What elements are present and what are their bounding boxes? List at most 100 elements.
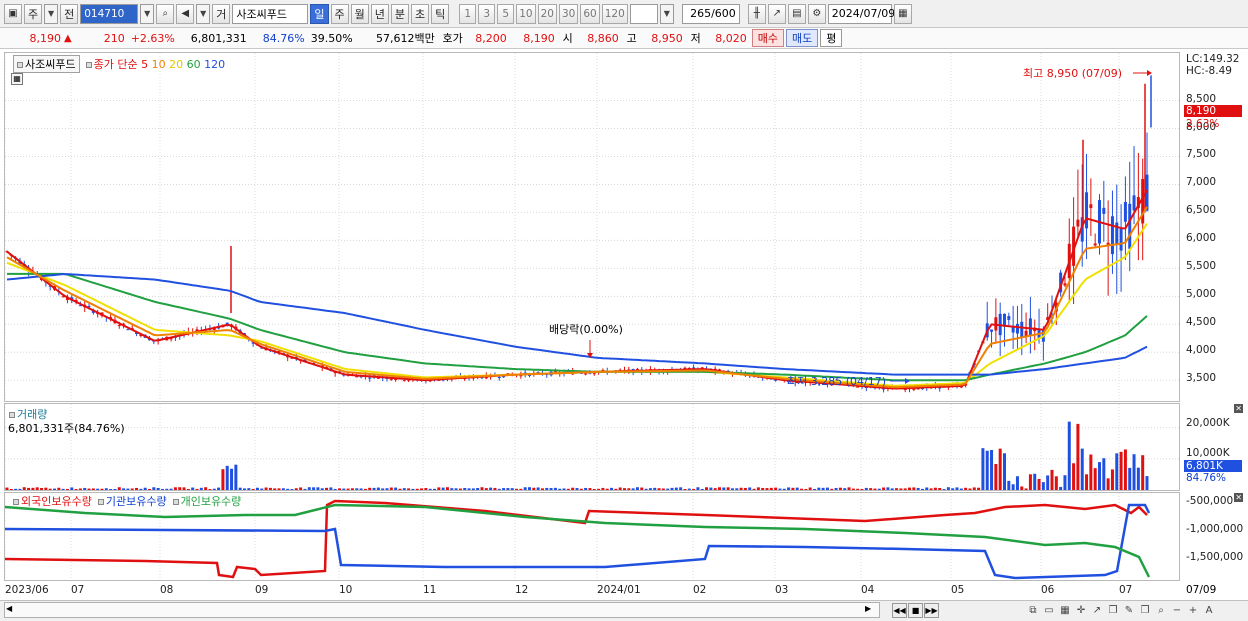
first-icon[interactable]: ◀◀	[892, 603, 907, 618]
volume-bar	[1089, 454, 1093, 490]
buy-button[interactable]: 매수	[751, 29, 784, 47]
interval-30-button[interactable]: 30	[559, 3, 579, 24]
text-tool-icon[interactable]: A	[1202, 603, 1216, 617]
window-icon[interactable]: ▭	[1042, 603, 1056, 617]
ma-legend[interactable]: 종가 단순 5 10 20 60 120	[85, 56, 225, 72]
copy-icon[interactable]: ❐	[1106, 603, 1120, 617]
interval-20-button[interactable]: 20	[537, 3, 557, 24]
x-tick-label: 07	[1119, 584, 1133, 596]
interval-dropdown-icon[interactable]: ▼	[659, 3, 674, 24]
code-dropdown-icon[interactable]: ▼	[140, 3, 155, 24]
date-input[interactable]: 2024/07/09	[827, 3, 895, 24]
count-field[interactable]: 265/600	[681, 3, 740, 24]
institution-legend[interactable]: 기관보유수량	[97, 493, 167, 509]
volume-bar	[18, 488, 22, 490]
individual-legend[interactable]: 개인보유수량	[172, 493, 241, 509]
stop-icon[interactable]: ■	[908, 603, 923, 618]
interval-1-button[interactable]: 1	[459, 3, 477, 24]
legend-square-icon	[13, 499, 19, 505]
volume-bar	[640, 487, 644, 490]
period-day-button[interactable]: 일	[310, 3, 329, 24]
price-pane[interactable]: 사조씨푸드 종가 단순 5 10 20 60 120 ▦ 최고 8,950 (0…	[4, 52, 1180, 402]
candle-body	[990, 329, 994, 332]
edit-icon[interactable]: ✎	[1122, 603, 1136, 617]
period-year-button[interactable]: 년	[370, 3, 389, 24]
interval-120-button[interactable]: 120	[601, 3, 628, 24]
x-tick-label: 02	[693, 584, 707, 596]
holdings-pane-close-icon[interactable]: ✕	[1234, 493, 1243, 502]
period-month-button[interactable]: 월	[350, 3, 369, 24]
window-menu-icon[interactable]: ▣	[4, 3, 22, 24]
bid-price: 8,190	[523, 31, 555, 45]
copy2-icon[interactable]: ❐	[1138, 603, 1152, 617]
stock-name-tag[interactable]: 사조씨푸드	[13, 55, 80, 73]
prev-button[interactable]: 전	[60, 3, 79, 24]
sell-button[interactable]: 매도	[785, 29, 819, 47]
interval-custom-input[interactable]	[629, 3, 658, 24]
period-second-button[interactable]: 초	[411, 3, 430, 24]
layout-icon[interactable]: ▦	[1058, 603, 1072, 617]
scroll-right-icon[interactable]: ▶	[865, 604, 871, 613]
compare-icon[interactable]: ⧉	[1026, 603, 1040, 617]
sound-dropdown-icon[interactable]: ▼	[196, 3, 211, 24]
price-y-tick: 7,500	[1186, 148, 1217, 161]
interval-3-button[interactable]: 3	[478, 3, 496, 24]
sound-icon[interactable]: ◀	[176, 3, 195, 24]
volume-bar	[998, 448, 1002, 490]
volume-bar	[951, 488, 955, 490]
volume-bar	[122, 488, 126, 490]
save-icon[interactable]: ▤	[787, 3, 806, 24]
average-button[interactable]: 평	[820, 29, 843, 47]
volume-bar	[281, 488, 285, 490]
volume-bar	[441, 487, 445, 490]
volume-bar	[1093, 468, 1097, 490]
volume-bar	[169, 488, 173, 490]
volume-bar	[117, 487, 121, 490]
volume-pane[interactable]: 거래량 6,801,331주(84.76%)	[4, 403, 1180, 491]
market-select[interactable]: 주	[24, 3, 43, 24]
volume-tick-10000k: 10,000K	[1186, 447, 1230, 459]
holdings-pane[interactable]: 외국인보유수량 기관보유수량 개인보유수량	[4, 492, 1180, 581]
x-tick-label: 2023/06	[5, 584, 49, 596]
volume-bar	[437, 487, 441, 490]
volume-bar	[575, 488, 579, 490]
crosshair-icon[interactable]: ✛	[1074, 603, 1088, 617]
gear-icon[interactable]: ⚙	[807, 3, 826, 24]
search-icon[interactable]: ⌕	[156, 3, 175, 24]
ma-line-20	[6, 223, 1148, 387]
holdings-y-axis: ✕ -500,000 -1,000,000 -1,500,000	[1180, 492, 1246, 581]
zoom-out-icon[interactable]: −	[1170, 603, 1184, 617]
nav-controls: ◀◀ ■ ▶▶	[892, 603, 940, 618]
scroll-left-icon[interactable]: ◀	[6, 604, 12, 613]
stock-code-input[interactable]: 014710	[80, 3, 139, 24]
zoom-in-icon[interactable]: +	[1186, 603, 1200, 617]
candle-icon[interactable]: ╫	[747, 3, 766, 24]
interval-60-button[interactable]: 60	[580, 3, 600, 24]
volume-bar	[1020, 486, 1024, 490]
trend-icon[interactable]: ↗	[1090, 603, 1104, 617]
volume-bar	[588, 488, 592, 490]
draw-tool-icon[interactable]: ↗	[767, 3, 786, 24]
calculator-icon[interactable]: ▦	[11, 73, 23, 85]
period-tick-button[interactable]: 틱	[431, 3, 450, 24]
last-icon[interactable]: ▶▶	[924, 603, 939, 618]
volume-bar	[584, 487, 588, 490]
volume-bar	[402, 488, 406, 490]
period-week-button[interactable]: 주	[330, 3, 349, 24]
zoom-icon[interactable]: ⌕	[1154, 603, 1168, 617]
foreign-legend[interactable]: 외국인보유수량	[13, 493, 92, 509]
volume-bar	[428, 488, 432, 490]
interval-5-button[interactable]: 5	[497, 3, 515, 24]
horizontal-scrollbar[interactable]: ◀ ▶	[4, 602, 880, 618]
volume-bar	[342, 488, 346, 490]
volume-pct-tag: 84.76%	[1186, 472, 1227, 484]
volume-bar	[752, 488, 756, 490]
volume-pane-close-icon[interactable]: ✕	[1234, 404, 1243, 413]
volume-bar	[27, 487, 31, 490]
market-dropdown-icon[interactable]: ▼	[44, 3, 59, 24]
volume-bar	[320, 488, 324, 490]
period-minute-button[interactable]: 분	[390, 3, 409, 24]
volume-bar	[113, 488, 117, 490]
interval-10-button[interactable]: 10	[516, 3, 536, 24]
calendar-icon[interactable]: ▦	[893, 3, 912, 24]
